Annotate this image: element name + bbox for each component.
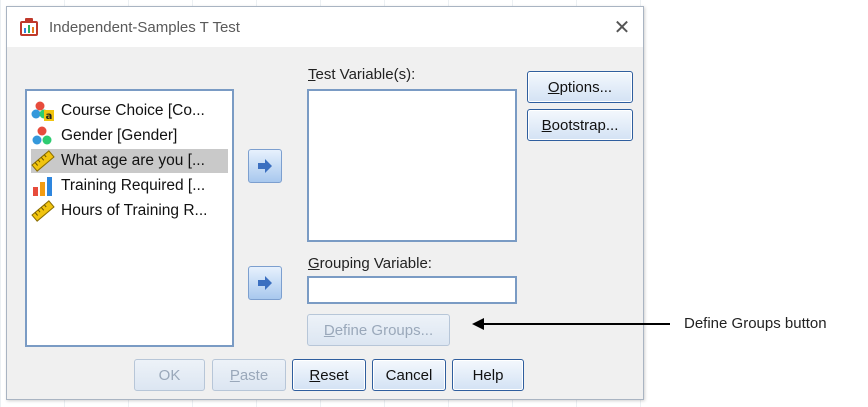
close-icon: ✕	[613, 16, 631, 39]
test-variables-label: Test Variable(s):	[308, 66, 416, 83]
nominal-variable-icon: a	[31, 101, 54, 122]
reset-button[interactable]: Reset	[292, 359, 366, 391]
window-title: Independent-Samples T Test	[49, 19, 240, 36]
variable-label: Hours of Training R...	[61, 202, 208, 219]
ok-button[interactable]: OK	[134, 359, 205, 391]
screenshot-stage: Independent-Samples T Test ✕ a Course Ch…	[0, 0, 868, 407]
annotation-label: Define Groups button	[684, 315, 827, 332]
help-button[interactable]: Help	[452, 359, 524, 391]
variable-label: Course Choice [Co...	[61, 102, 205, 119]
arrow-right-icon	[258, 159, 272, 173]
variable-label: What age are you [...	[61, 152, 205, 169]
variable-label: Gender [Gender]	[61, 127, 178, 144]
cancel-button[interactable]: Cancel	[372, 359, 446, 391]
test-variables-list[interactable]	[307, 89, 517, 242]
list-item[interactable]: Hours of Training R...	[31, 199, 228, 223]
spss-app-icon	[20, 18, 38, 36]
grouping-variable-field[interactable]	[307, 276, 517, 304]
list-item-selected[interactable]: What age are you [...	[31, 149, 228, 173]
define-groups-button[interactable]: Define Groups...	[307, 314, 450, 346]
paste-button[interactable]: Paste	[212, 359, 286, 391]
title-bar: Independent-Samples T Test ✕	[7, 7, 643, 47]
move-to-grouping-variable-button[interactable]	[248, 266, 282, 300]
annotation-arrow-icon	[472, 318, 670, 330]
t-test-dialog: Independent-Samples T Test ✕ a Course Ch…	[6, 6, 644, 400]
source-variable-list[interactable]: a Course Choice [Co... Gender [Gender] W…	[25, 89, 234, 347]
ordinal-variable-icon	[33, 177, 52, 196]
move-to-test-variables-button[interactable]	[248, 149, 282, 183]
scale-variable-icon	[31, 150, 55, 172]
scale-variable-icon	[31, 200, 55, 222]
close-button[interactable]: ✕	[607, 13, 637, 41]
list-item[interactable]: a Course Choice [Co...	[31, 99, 228, 123]
list-item[interactable]: Training Required [...	[31, 174, 228, 198]
options-button[interactable]: Options...	[527, 71, 633, 103]
nominal-variable-icon	[32, 126, 52, 145]
bootstrap-button[interactable]: Bootstrap...	[527, 109, 633, 141]
arrow-right-icon	[258, 276, 272, 290]
grouping-variable-label: Grouping Variable:	[308, 255, 432, 272]
list-item[interactable]: Gender [Gender]	[31, 124, 228, 148]
variable-label: Training Required [...	[61, 177, 206, 194]
svg-text:a: a	[46, 111, 53, 122]
